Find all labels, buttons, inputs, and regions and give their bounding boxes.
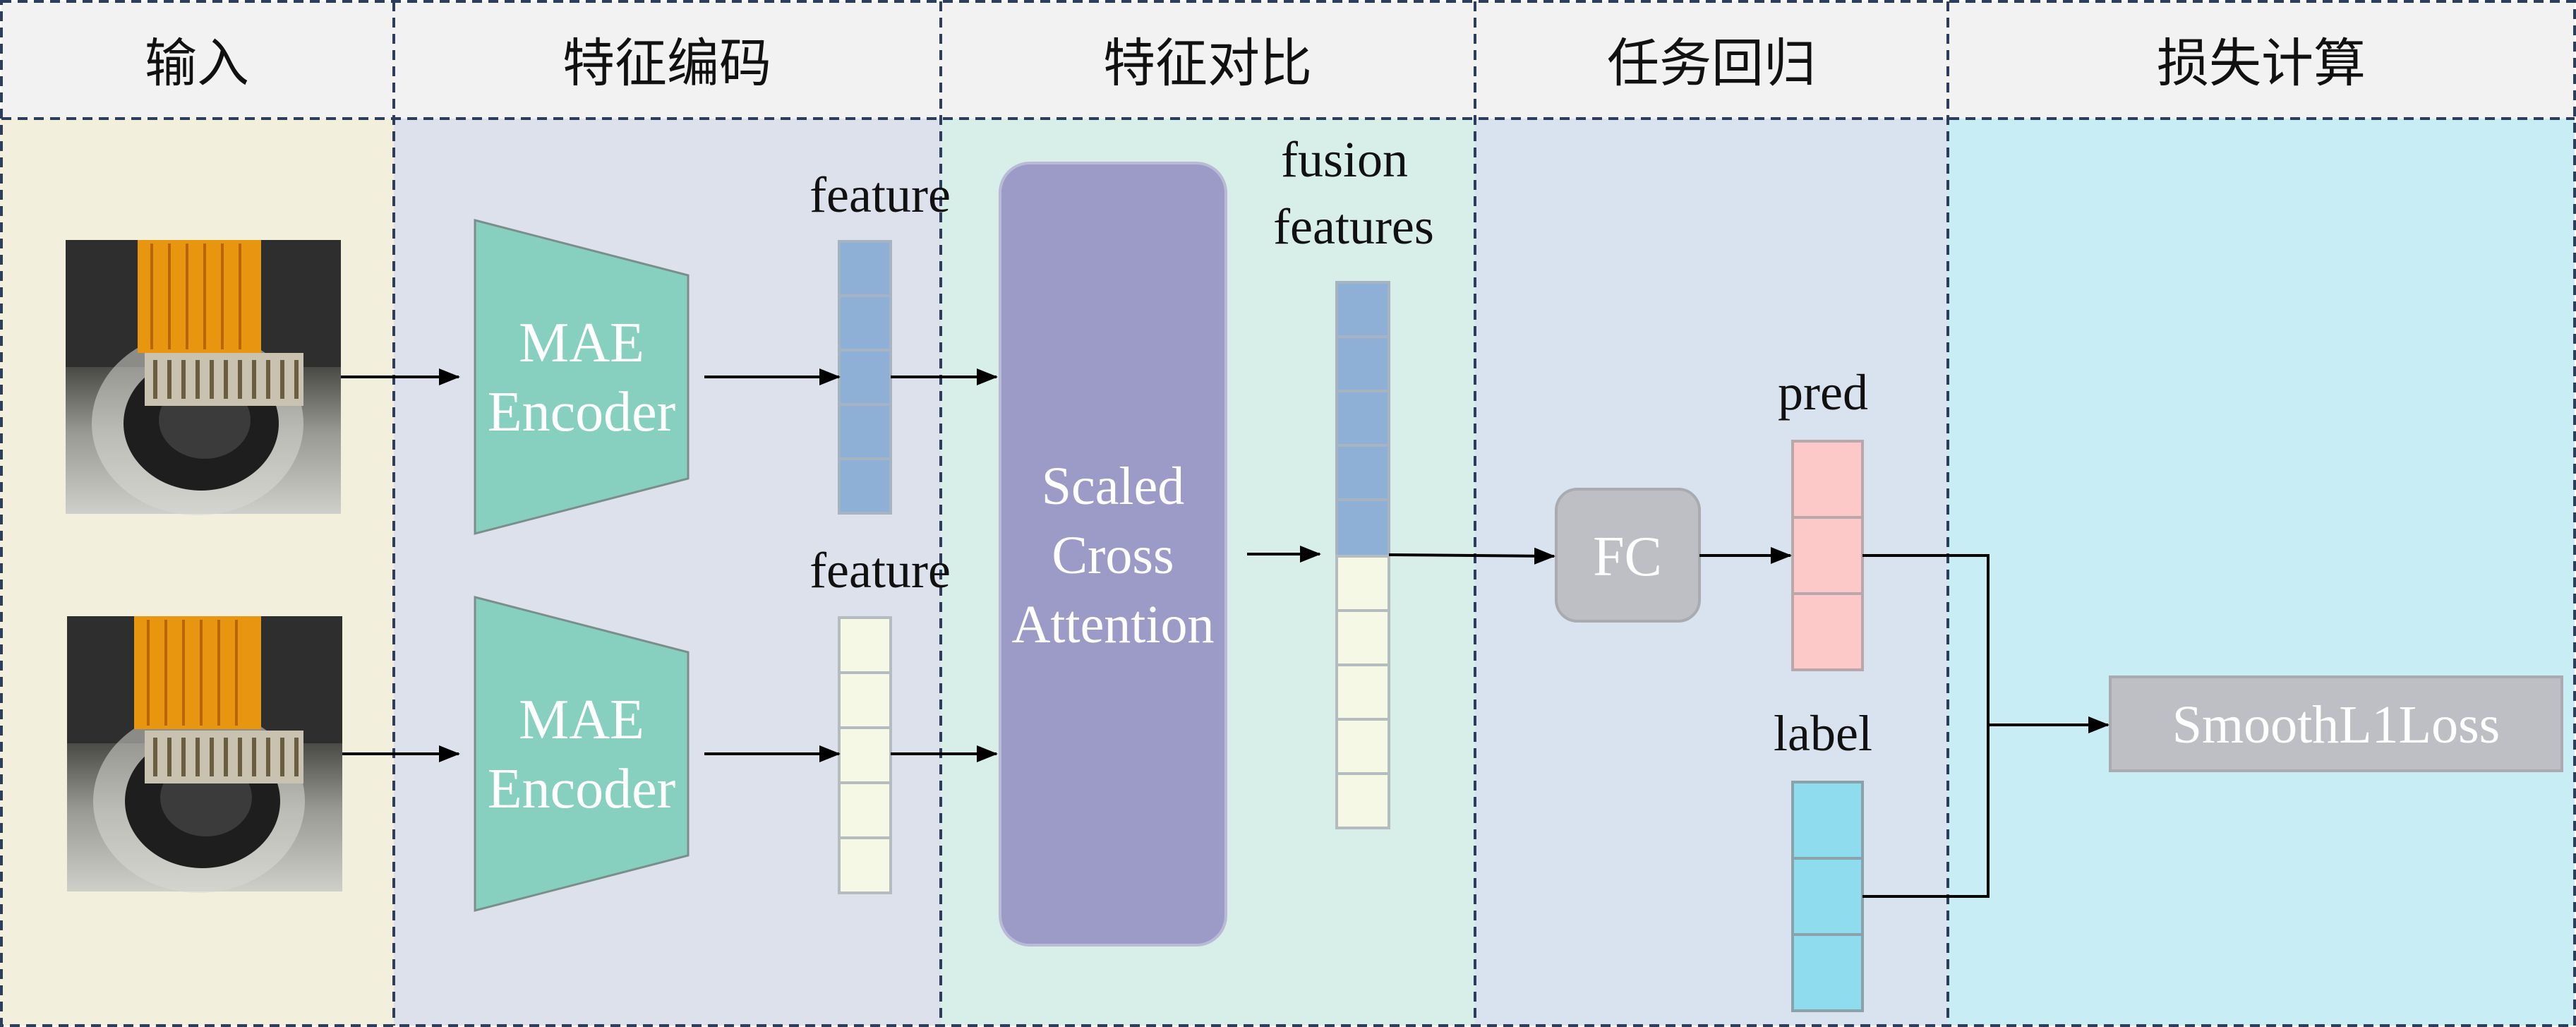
fusion-vector-cream xyxy=(1335,555,1390,829)
feature-vector-top xyxy=(838,240,892,515)
attention-line3: Attention xyxy=(1011,595,1214,654)
attention-line1: Scaled xyxy=(1042,457,1185,516)
feature-top-label: feature xyxy=(809,167,951,223)
encoder-top-line1: MAE xyxy=(519,312,644,374)
stage-title-contrast: 特征对比 xyxy=(1103,33,1312,94)
stage-bg-loss xyxy=(1948,119,2575,1026)
label-vector xyxy=(1791,781,1864,1012)
label-label: label xyxy=(1774,705,1872,762)
input-image-top xyxy=(66,240,341,515)
fc-label: FC xyxy=(1593,526,1662,588)
encoder-bottom-line1: MAE xyxy=(519,689,644,751)
fusion-label-line2: features xyxy=(1273,198,1434,255)
feature-bottom-label: feature xyxy=(809,542,951,599)
stage-title-input: 输入 xyxy=(145,33,249,94)
attention-line2: Cross xyxy=(1052,526,1174,585)
input-image-bottom xyxy=(67,616,342,893)
loss-label: SmoothL1Loss xyxy=(2172,695,2500,755)
stage-title-regression: 任务回归 xyxy=(1607,33,1816,94)
encoder-bottom-line2: Encoder xyxy=(488,758,676,820)
encoder-top-line2: Encoder xyxy=(488,381,676,443)
pred-label: pred xyxy=(1778,364,1868,421)
mae-encoder-top xyxy=(474,219,690,535)
mae-encoder-bottom xyxy=(474,596,690,912)
pred-vector xyxy=(1791,440,1864,671)
stage-title-encoding: 特征编码 xyxy=(562,33,771,94)
fusion-label-line1: fusion xyxy=(1281,131,1408,188)
pipeline-diagram: 输入 特征编码 特征对比 任务回归 损失计算 MAE Encoder MAE E… xyxy=(0,0,2576,1027)
fusion-vector-blue xyxy=(1335,281,1390,558)
feature-vector-bottom xyxy=(838,616,892,894)
stage-title-loss: 损失计算 xyxy=(2157,33,2366,94)
stage-bg-regression xyxy=(1475,119,1948,1026)
